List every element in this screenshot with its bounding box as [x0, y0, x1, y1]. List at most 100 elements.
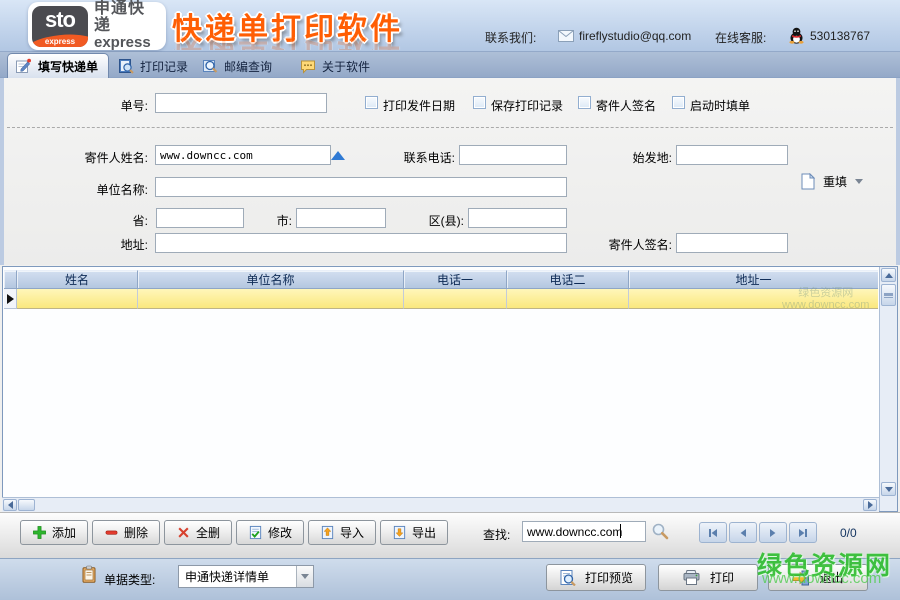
vertical-scroll-thumb[interactable]: [881, 284, 896, 306]
modify-button[interactable]: 修改: [236, 520, 304, 545]
import-label: 导入: [340, 524, 364, 541]
tab-bar: 填写快递单 打印记录 邮编查询 关于软件: [0, 52, 900, 78]
exit-button[interactable]: 退出: [768, 564, 868, 591]
footer-panel: 单据类型: 申通快递详情单 打印预览 打印: [0, 558, 900, 600]
checkbox-print-ship-date[interactable]: [365, 96, 378, 109]
grid-cell-company[interactable]: [138, 289, 404, 309]
dropdown-arrow-icon: [301, 574, 309, 579]
origin-input[interactable]: [676, 145, 788, 165]
tab-print-records[interactable]: 打印记录: [118, 55, 188, 77]
column-header-company[interactable]: 单位名称: [138, 270, 404, 289]
collapse-panel-icon[interactable]: [331, 151, 345, 160]
zipcode-search-icon: [202, 58, 218, 74]
column-header-phone2[interactable]: 电话二: [507, 270, 629, 289]
contact-email[interactable]: fireflystudio@qq.com: [579, 29, 691, 43]
search-magnifier-icon[interactable]: [651, 522, 669, 540]
grid-current-row[interactable]: [4, 289, 878, 309]
new-page-icon: [800, 173, 815, 190]
export-button[interactable]: 导出: [380, 520, 448, 545]
section-separator: [7, 127, 893, 128]
doc-type-clipboard-icon: [81, 565, 97, 584]
arrow-down-icon: [885, 487, 893, 492]
dropdown-button[interactable]: [296, 566, 313, 587]
first-record-button[interactable]: [699, 522, 727, 543]
grid-cell-phone2[interactable]: [507, 289, 629, 309]
scroll-left-button[interactable]: [3, 499, 17, 511]
doc-type-dropdown[interactable]: 申通快递详情单: [178, 565, 314, 588]
waybill-number-label: 单号:: [60, 97, 148, 114]
first-record-icon: [707, 527, 719, 539]
app-window: sto express 申通快递 express 快递单打印软件 快递单打印软件…: [0, 0, 900, 600]
vertical-scrollbar[interactable]: [879, 267, 897, 511]
export-label: 导出: [412, 524, 436, 541]
add-button[interactable]: 添加: [20, 520, 88, 545]
tab-label: 邮编查询: [224, 58, 272, 75]
checkbox-save-print-record[interactable]: [473, 96, 486, 109]
grid-cell-phone1[interactable]: [404, 289, 507, 309]
delete-button[interactable]: 删除: [92, 520, 160, 545]
app-title-reflection: 快递单打印软件: [172, 37, 502, 50]
envelope-icon: [558, 30, 574, 42]
district-input[interactable]: [468, 208, 567, 228]
row-selector-cell[interactable]: [4, 289, 17, 309]
scroll-up-button[interactable]: [881, 268, 896, 282]
waybill-number-input[interactable]: [155, 93, 327, 113]
arrow-left-icon: [8, 501, 13, 509]
grid-cell-name[interactable]: [17, 289, 138, 309]
red-cross-icon: [176, 525, 191, 540]
company-input[interactable]: [155, 177, 567, 197]
next-record-icon: [767, 527, 779, 539]
doc-type-label: 单据类型:: [104, 571, 155, 588]
minus-icon: [104, 525, 119, 540]
address-input[interactable]: [155, 233, 567, 253]
service-qq-number[interactable]: 530138767: [810, 29, 870, 43]
record-counter: 0/0: [840, 526, 857, 540]
city-input[interactable]: [296, 208, 386, 228]
sender-name-input[interactable]: [155, 145, 331, 165]
search-input[interactable]: [522, 521, 646, 542]
checkbox-label-sender-signature: 寄件人签名: [596, 97, 656, 114]
column-header-address1[interactable]: 地址一: [629, 270, 878, 289]
sto-logo: sto express 申通快递 express: [28, 2, 166, 50]
province-input[interactable]: [156, 208, 244, 228]
column-header-phone1[interactable]: 电话一: [404, 270, 507, 289]
phone-input[interactable]: [459, 145, 567, 165]
scroll-down-button[interactable]: [881, 482, 896, 496]
horizontal-scroll-thumb[interactable]: [18, 499, 35, 511]
refill-button[interactable]: 重填: [800, 170, 884, 192]
add-label: 添加: [52, 524, 76, 541]
tab-fill-waybill[interactable]: 填写快递单: [7, 53, 109, 78]
checkbox-sender-signature[interactable]: [578, 96, 591, 109]
previous-record-button[interactable]: [729, 522, 757, 543]
horizontal-scrollbar[interactable]: [2, 497, 879, 512]
tab-zipcode-query[interactable]: 邮编查询: [202, 55, 272, 77]
print-button[interactable]: 打印: [658, 564, 758, 591]
printer-icon: [682, 569, 701, 586]
checkbox-label-fill-on-startup: 启动时填单: [690, 97, 750, 114]
print-preview-button[interactable]: 打印预览: [546, 564, 646, 591]
print-preview-icon: [559, 569, 576, 586]
checkbox-fill-on-startup[interactable]: [672, 96, 685, 109]
city-label: 市:: [250, 212, 292, 229]
text-cursor: [620, 524, 621, 538]
grid-cell-address1[interactable]: [629, 289, 878, 309]
signature-input[interactable]: [676, 233, 788, 253]
province-label: 省:: [100, 212, 148, 229]
logo-sto-text: sto: [32, 7, 88, 33]
phone-label: 联系电话:: [375, 149, 455, 166]
tab-label: 填写快递单: [38, 58, 98, 75]
last-record-button[interactable]: [789, 522, 817, 543]
import-button[interactable]: 导入: [308, 520, 376, 545]
delete-all-button[interactable]: 全删: [164, 520, 232, 545]
contacts-grid: 姓名 单位名称 电话一 电话二 地址一: [2, 266, 898, 512]
grid-selector-header[interactable]: [4, 270, 17, 289]
next-record-button[interactable]: [759, 522, 787, 543]
sto-logo-mark: sto express: [32, 6, 88, 47]
column-header-name[interactable]: 姓名: [17, 270, 138, 289]
refill-dropdown-arrow-icon[interactable]: [855, 179, 863, 184]
record-toolbar: 添加 删除 全删 修改 导入: [0, 512, 900, 558]
qq-icon: [789, 27, 804, 44]
scroll-right-button[interactable]: [863, 499, 877, 511]
tab-about[interactable]: 关于软件: [300, 55, 370, 77]
tab-label: 关于软件: [322, 58, 370, 75]
